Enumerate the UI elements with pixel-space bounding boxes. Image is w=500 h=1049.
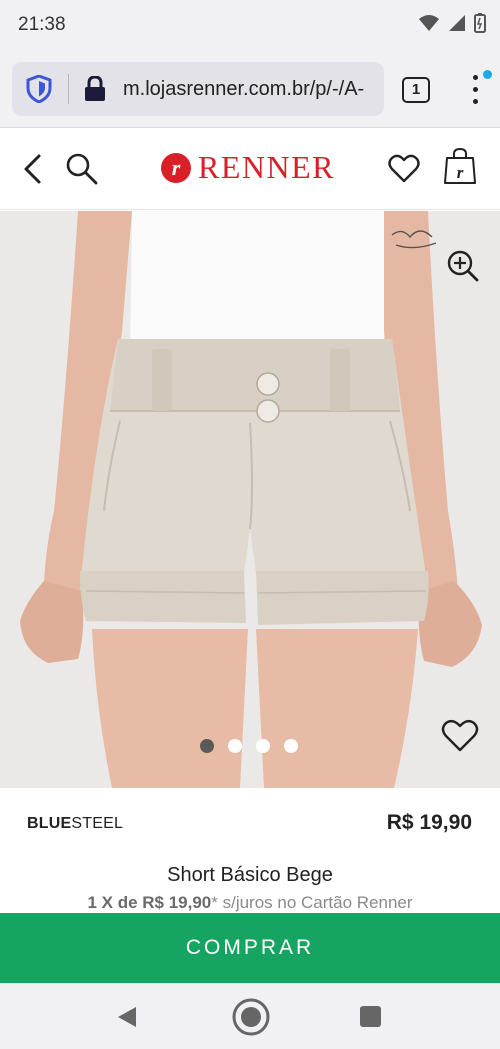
status-bar: 21:38 [0,0,500,50]
site-header: r RENNER r [0,129,500,210]
url-separator [68,74,69,104]
installment-suffix: * s/juros no Cartão Renner [211,893,413,912]
wishlist-heart-icon[interactable] [388,154,420,184]
url-field[interactable]: m.lojasrenner.com.br/p/-/A- [12,62,384,116]
browser-menu-button[interactable] [466,73,486,107]
back-arrow-icon[interactable] [18,151,48,187]
product-image[interactable] [0,211,500,788]
nav-recent-apps-icon[interactable] [360,1006,381,1027]
product-name: Short Básico Bege [167,864,333,886]
renner-logo-mark: r [161,152,191,183]
battery-icon [474,13,486,33]
gallery-dot-1[interactable] [200,739,214,753]
product-info: BLUESTEEL R$ 19,90 Short Básico Bege 1 X… [0,788,500,914]
gallery-pagination [200,739,298,753]
signal-icon [449,15,465,31]
renner-logo[interactable]: r RENNER [160,149,335,186]
installment-value: R$ 19,90 [142,893,212,912]
product-price: R$ 19,90 [386,811,472,834]
logo-wordmark: RENNER [198,149,335,185]
installment-prefix: 1 X de [87,893,143,912]
buy-button[interactable]: COMPRAR [0,913,500,983]
nav-back-icon[interactable] [116,1006,138,1028]
add-to-wishlist-heart-icon[interactable] [441,719,479,753]
svg-text:r: r [172,155,181,180]
system-nav-bar [0,983,500,1049]
menu-notification-dot [483,70,492,79]
nav-home-icon[interactable] [231,997,271,1037]
shield-icon[interactable] [26,75,52,103]
search-icon[interactable] [64,151,100,187]
product-brand[interactable]: BLUESTEEL [27,815,123,833]
lock-icon[interactable] [84,76,106,102]
gallery-dot-4[interactable] [284,739,298,753]
product-photo [0,211,500,788]
tab-switcher-button[interactable]: 1 [402,77,430,103]
gallery-dot-3[interactable] [256,739,270,753]
svg-text:r: r [457,163,464,182]
gallery-dot-2[interactable] [228,739,242,753]
status-icons [418,13,486,33]
brand-bold: BLUE [27,815,72,832]
url-text[interactable]: m.lojasrenner.com.br/p/-/A- [123,78,379,101]
status-time: 21:38 [18,14,66,35]
brand-light: STEEL [71,815,124,832]
browser-toolbar: m.lojasrenner.com.br/p/-/A- 1 [0,50,500,128]
installment-info: 1 X de R$ 19,90* s/juros no Cartão Renne… [0,893,500,913]
wifi-icon [419,15,439,31]
shopping-bag-icon[interactable]: r [444,147,476,185]
zoom-icon[interactable] [446,249,480,283]
